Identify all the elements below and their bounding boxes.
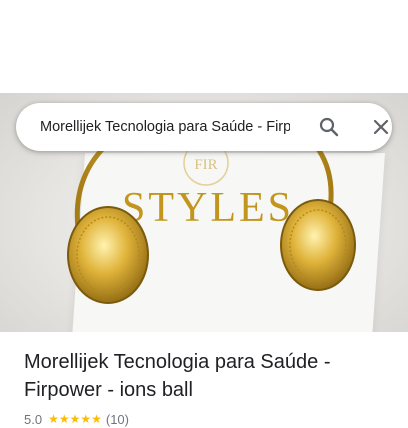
rating-row[interactable]: 5.0 ★★★★★ (10) bbox=[24, 410, 129, 428]
rating-value: 5.0 bbox=[24, 411, 43, 427]
left-coin bbox=[67, 206, 149, 304]
emblem-text: FIR bbox=[194, 157, 217, 173]
brand-text: STYLES bbox=[122, 185, 294, 231]
close-icon[interactable] bbox=[369, 115, 393, 139]
search-icon[interactable] bbox=[317, 115, 341, 139]
search-bar[interactable] bbox=[16, 103, 392, 151]
search-input[interactable] bbox=[40, 103, 290, 151]
place-title: Morellijek Tecnologia para Saúde - Firpo… bbox=[24, 351, 331, 401]
right-coin bbox=[280, 199, 356, 291]
review-count[interactable]: (10) bbox=[106, 412, 129, 427]
blank-header-area bbox=[0, 0, 408, 93]
